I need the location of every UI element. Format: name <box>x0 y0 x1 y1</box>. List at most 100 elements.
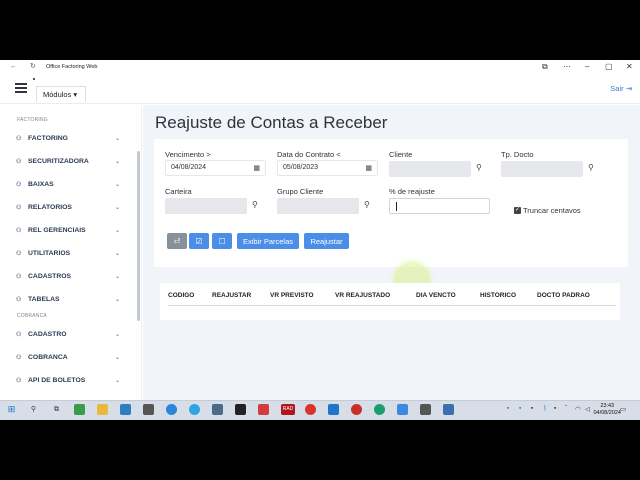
sidebar-item-cadastros[interactable]: ⚇ CADASTROS ⌄ <box>16 269 126 283</box>
sidebar-item-utilitarios[interactable]: ⚇ UTILITARIOS ⌄ <box>16 246 126 260</box>
page-title: Reajuste de Contas a Receber <box>155 113 388 132</box>
column-header[interactable]: DOCTO PADRAO <box>537 292 612 299</box>
app-icon-16[interactable] <box>420 404 431 415</box>
column-header[interactable]: CODIGO <box>168 292 212 299</box>
chevron-down-icon: ⌄ <box>114 227 120 234</box>
search-icon[interactable]: ⚲ <box>364 200 370 209</box>
search-icon[interactable]: ⚲ <box>588 163 594 172</box>
indicator-dot <box>33 78 35 80</box>
select-all-button[interactable]: ☑ <box>189 233 209 249</box>
reajustar-button[interactable]: Reajustar <box>304 233 349 249</box>
sidebar-item-cadastro[interactable]: ⚇ CADASTRO ⌄ <box>16 327 126 341</box>
sidebar-item-rel-gerenciais[interactable]: ⚇ REL GERENCIAIS ⌄ <box>16 223 126 237</box>
windows-start-icon[interactable]: ⊞ <box>6 404 17 415</box>
search-icon[interactable]: ⚲ <box>28 404 39 415</box>
main-content: Reajuste de Contas a Receber Vencimento … <box>143 105 640 400</box>
users-icon: ⚇ <box>16 296 22 303</box>
truncar-label: Truncar centavos <box>523 206 581 215</box>
pct-reajuste-input[interactable] <box>389 198 490 214</box>
file-explorer-icon[interactable] <box>97 404 108 415</box>
window-titlebar: ← ↻ Office Factoring Web ⧉ ⋯ – ▢ ✕ <box>0 60 640 74</box>
exibir-parcelas-button[interactable]: Exibir Parcelas <box>237 233 299 249</box>
truncar-centavos-checkbox[interactable]: ✓ Truncar centavos <box>514 206 581 215</box>
vencimento-field[interactable]: 04/08/2024 ▦ <box>165 160 266 176</box>
sidebar-scrollbar[interactable] <box>137 151 140 321</box>
users-icon: ⚇ <box>16 158 22 165</box>
search-icon[interactable]: ⚲ <box>252 200 258 209</box>
sidebar-item-cobranca[interactable]: ⚇ COBRANCA ⌄ <box>16 350 126 364</box>
chevron-down-icon: ⌄ <box>114 135 120 142</box>
deselect-all-button[interactable]: ☐ <box>212 233 232 249</box>
users-icon: ⚇ <box>16 273 22 280</box>
column-header[interactable]: VR REAJUSTADO <box>335 292 416 299</box>
minimize-icon[interactable]: – <box>585 62 589 71</box>
wifi-icon[interactable]: ◠ <box>575 405 581 413</box>
tray-icon[interactable]: ▪ <box>507 405 509 412</box>
vscode-icon[interactable] <box>328 404 339 415</box>
grupo-cliente-field[interactable] <box>277 198 359 214</box>
rad-studio-icon[interactable]: RAD <box>281 404 295 415</box>
column-header[interactable]: REAJUSTAR <box>212 292 270 299</box>
filter-card: Vencimento > 04/08/2024 ▦ Data do Contrat… <box>154 139 628 267</box>
users-icon: ⚇ <box>16 227 22 234</box>
app-icon-4[interactable] <box>143 404 154 415</box>
telegram-icon[interactable] <box>189 404 200 415</box>
sidebar-item-api-boletos[interactable]: ⚇ API DE BOLETOS ⌄ <box>16 373 126 387</box>
vencimento-label: Vencimento > <box>165 150 211 159</box>
chevron-up-icon[interactable]: ˆ <box>565 405 567 412</box>
sidebar-item-label: API DE BOLETOS <box>28 376 86 384</box>
maximize-icon[interactable]: ▢ <box>605 62 613 71</box>
app-icon-17[interactable] <box>443 404 454 415</box>
volume-icon[interactable]: ◁ <box>585 405 590 413</box>
edge-icon[interactable] <box>166 404 177 415</box>
chevron-down-icon: ⌄ <box>114 204 120 211</box>
back-button[interactable]: ⏎ <box>167 233 187 249</box>
column-header[interactable]: HISTORICO <box>480 292 537 299</box>
sidebar-item-securitizadora[interactable]: ⚇ SECURITIZADORA ⌄ <box>16 154 126 168</box>
column-header[interactable]: DIA VENCTO <box>416 292 480 299</box>
users-icon: ⚇ <box>16 250 22 257</box>
cliente-field[interactable] <box>389 161 471 177</box>
app-icon-13[interactable] <box>351 404 362 415</box>
search-icon[interactable]: ⚲ <box>476 163 482 172</box>
taskbar-clock[interactable]: 23:43 04/08/2024 <box>593 403 621 417</box>
terminal-icon[interactable] <box>235 404 246 415</box>
tp-docto-field[interactable] <box>501 161 583 177</box>
reload-icon[interactable]: ↻ <box>30 62 36 70</box>
tray-icon[interactable]: ▪ <box>519 405 521 412</box>
menu-dots-icon[interactable]: ⋯ <box>563 62 571 71</box>
app-icon-7[interactable] <box>212 404 223 415</box>
app-icon-3[interactable] <box>120 404 131 415</box>
checkbox-checked-icon[interactable]: ✓ <box>514 207 521 214</box>
notifications-icon[interactable]: ▭ <box>620 405 626 413</box>
app-icon-9[interactable] <box>258 404 269 415</box>
sidebar-item-tabelas[interactable]: ⚇ TABELAS ⌄ <box>16 292 126 306</box>
users-icon: ⚇ <box>16 377 22 384</box>
logout-button[interactable]: Sair ⇥ <box>610 84 632 93</box>
grupo-cliente-label: Grupo Cliente <box>277 187 324 196</box>
chevron-down-icon: ⌄ <box>114 377 120 384</box>
close-icon[interactable]: ✕ <box>626 62 633 71</box>
app-options-icon[interactable]: ⧉ <box>542 62 548 72</box>
modules-dropdown[interactable]: Módulos ▾ <box>36 86 86 102</box>
tray-icon[interactable]: ▪ <box>531 405 533 412</box>
sidebar-item-relatorios[interactable]: ⚇ RELATORIOS ⌄ <box>16 200 126 214</box>
column-header[interactable]: VR PREVISTO <box>270 292 335 299</box>
edge-icon[interactable] <box>374 404 385 415</box>
sidebar-item-label: COBRANCA <box>28 353 68 361</box>
carteira-field[interactable] <box>165 198 247 214</box>
hamburger-menu-icon[interactable] <box>15 83 27 93</box>
sidebar-item-factoring[interactable]: ⚇ FACTORING ⌄ <box>16 131 126 145</box>
back-arrow-icon[interactable]: ← <box>10 63 17 70</box>
sidebar-item-label: RELATORIOS <box>28 203 72 211</box>
app-icon-1[interactable] <box>74 404 85 415</box>
calendar-icon[interactable]: ▦ <box>253 164 260 172</box>
bluetooth-icon[interactable]: ᛒ <box>543 405 547 412</box>
calendar-icon[interactable]: ▦ <box>365 164 372 172</box>
app-icon-15[interactable] <box>397 404 408 415</box>
data-contrato-field[interactable]: 05/08/2023 ▦ <box>277 160 378 176</box>
app-icon-11[interactable] <box>305 404 316 415</box>
sidebar-item-baixas[interactable]: ⚇ BAIXAS ⌄ <box>16 177 126 191</box>
task-view-icon[interactable]: ⧉ <box>51 404 62 415</box>
tray-icon[interactable]: ▪ <box>554 405 556 412</box>
